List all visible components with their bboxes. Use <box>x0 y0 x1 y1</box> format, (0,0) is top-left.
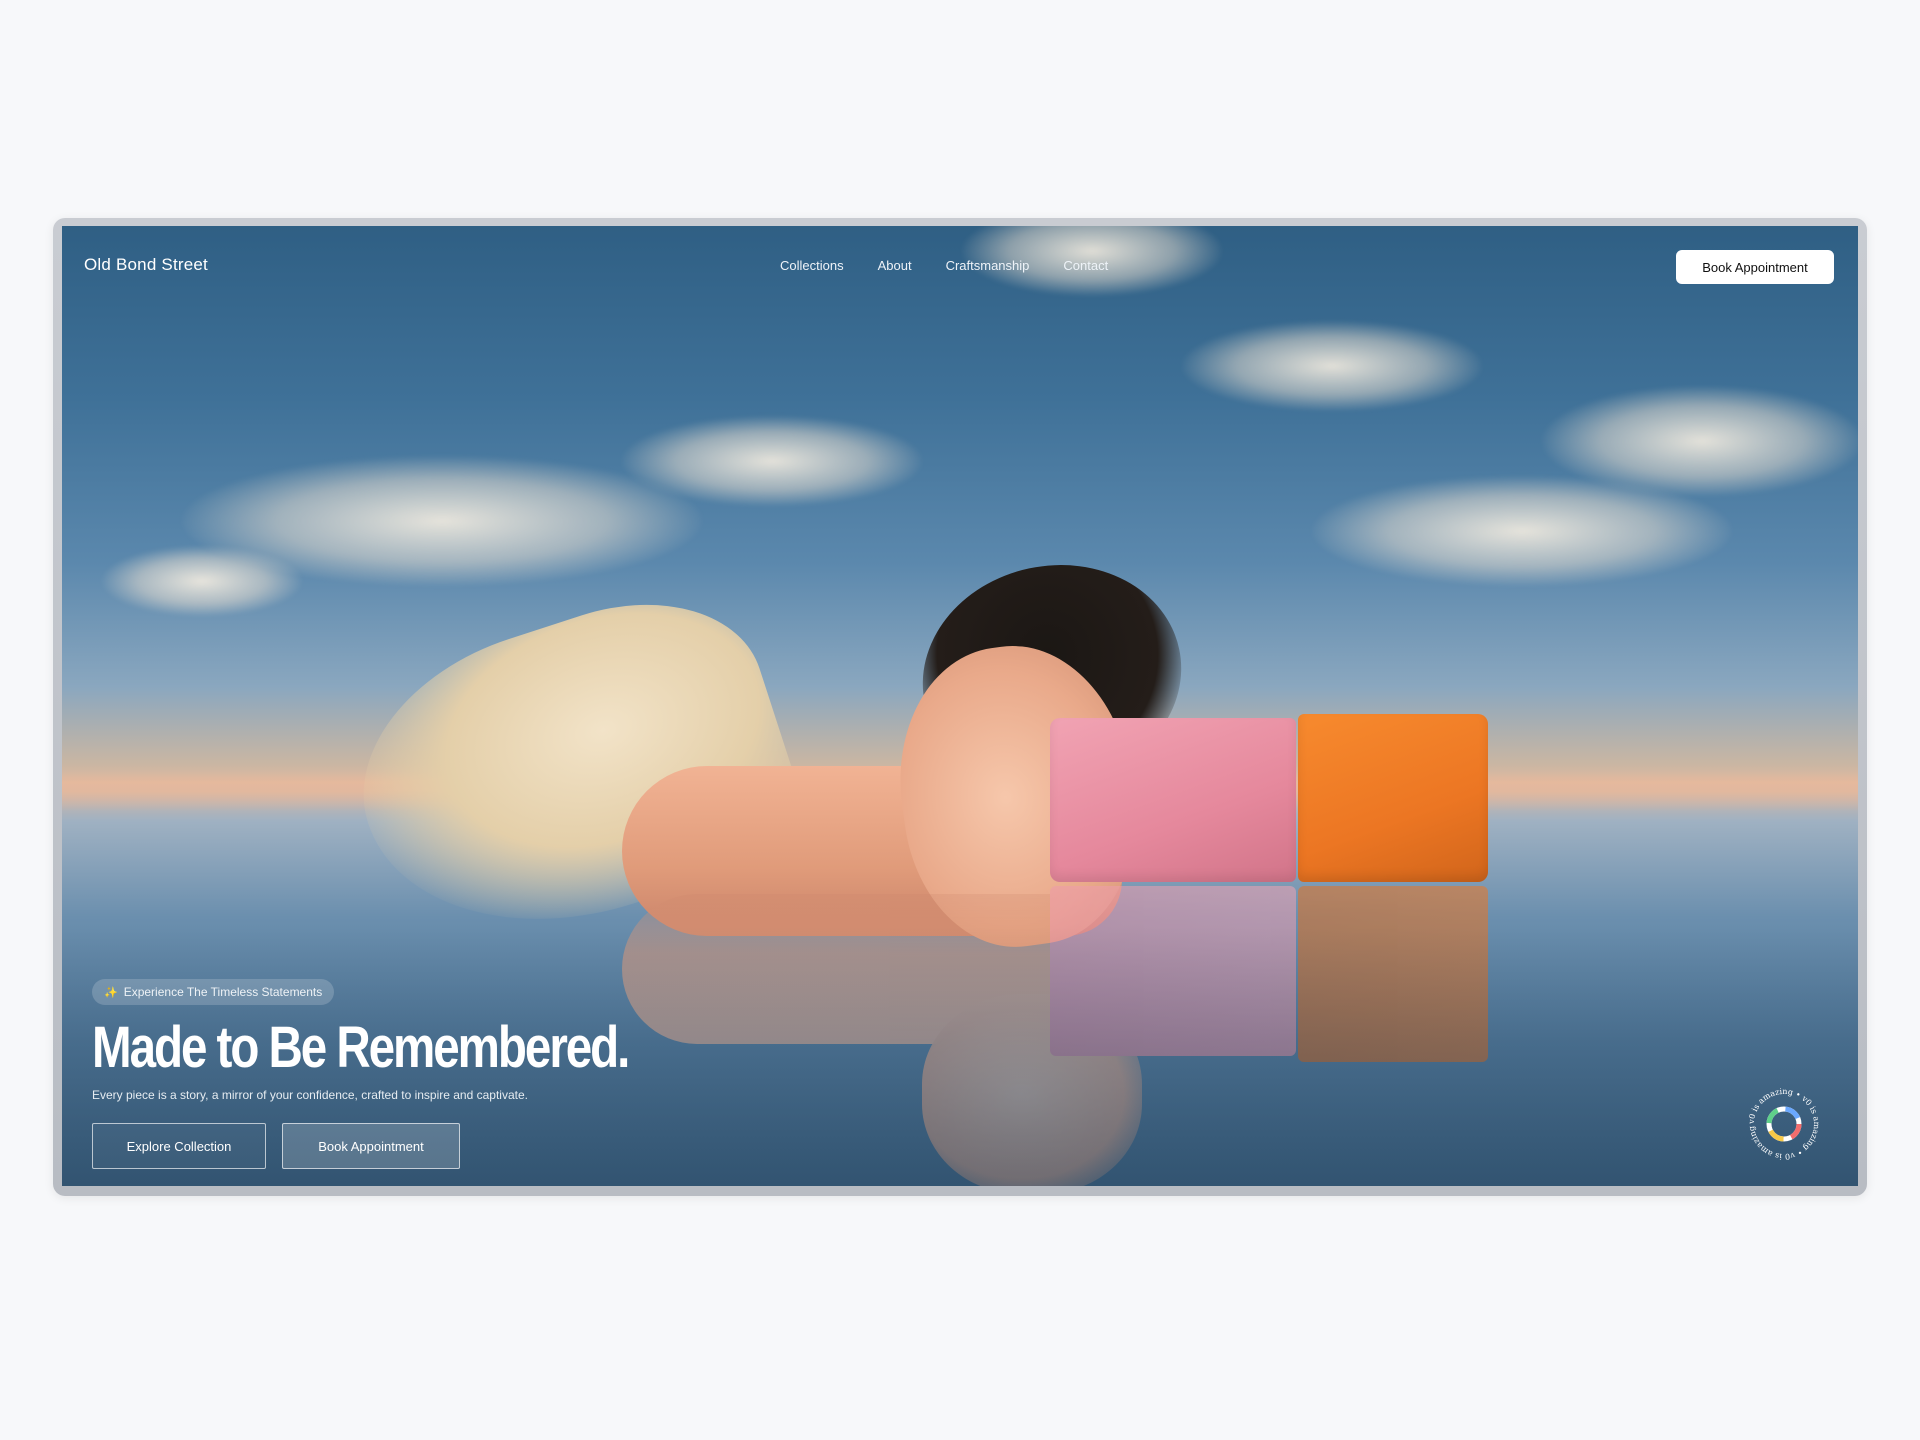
pink-clutch <box>1050 718 1296 882</box>
sparkle-icon: ✨ <box>104 986 118 999</box>
nav-contact[interactable]: Contact <box>1063 258 1108 273</box>
hero-subcopy: Every piece is a story, a mirror of your… <box>92 1088 528 1102</box>
orange-clutch <box>1298 714 1488 882</box>
hero-tag-label: Experience The Timeless Statements <box>123 985 323 999</box>
main-nav: Collections About Craftsmanship Contact <box>780 258 1108 273</box>
nav-collections[interactable]: Collections <box>780 258 844 273</box>
book-appointment-nav-button[interactable]: Book Appointment <box>1676 250 1834 284</box>
cloud <box>1542 386 1858 496</box>
book-appointment-button[interactable]: Book Appointment <box>282 1123 460 1169</box>
explore-collection-button[interactable]: Explore Collection <box>92 1123 266 1169</box>
v0-badge[interactable]: v0 is amazing • v0 is amazing • v0 is am… <box>1742 1077 1824 1164</box>
nav-about[interactable]: About <box>878 258 912 273</box>
hero-headline: Made to Be Remembered. <box>92 1015 630 1080</box>
svg-text:v0 is amazing • v0 is amazing: v0 is amazing • v0 is amazing • v0 is am… <box>1744 1084 1821 1161</box>
cloud <box>102 546 302 616</box>
rainbow-ring-icon: v0 is amazing • v0 is amazing • v0 is am… <box>1742 1077 1821 1161</box>
nav-craftsmanship[interactable]: Craftsmanship <box>946 258 1030 273</box>
cloud <box>622 416 922 506</box>
cloud <box>1182 321 1482 411</box>
brand-logo[interactable]: Old Bond Street <box>84 255 208 275</box>
hero-tag: ✨ Experience The Timeless Statements <box>92 979 335 1005</box>
badge-ring-text: v0 is amazing • v0 is amazing • v0 is am… <box>1742 1077 1821 1161</box>
